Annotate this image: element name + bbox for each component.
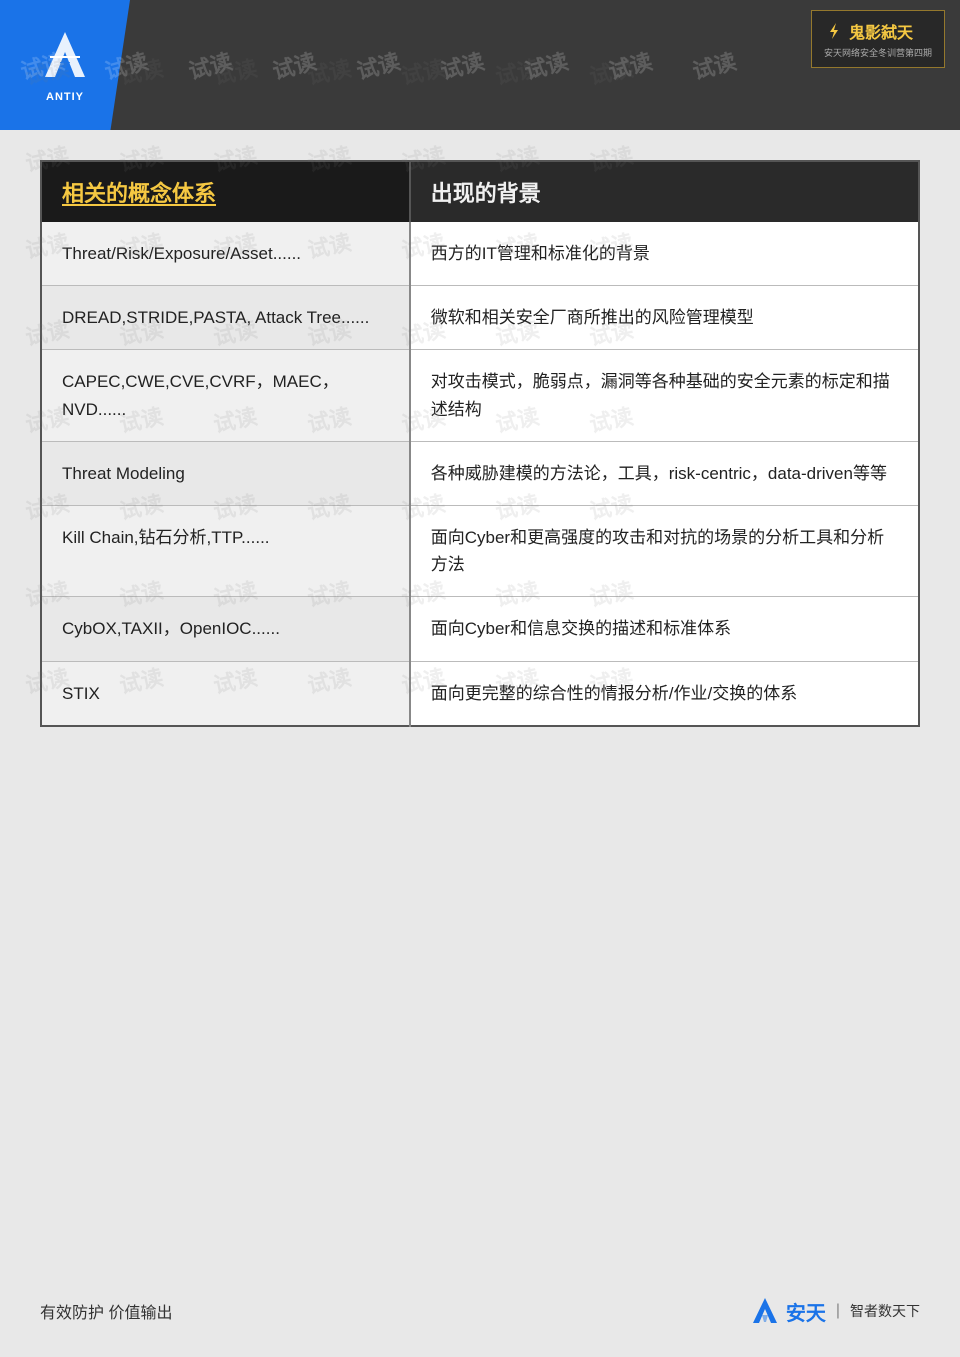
concept-cell: CAPEC,CWE,CVE,CVRF，MAEC，NVD......	[41, 350, 410, 441]
logo-icon	[35, 27, 95, 87]
concept-cell: Threat/Risk/Exposure/Asset......	[41, 222, 410, 286]
brand-sub: 安天网络安全冬训营第四期	[824, 46, 932, 59]
wm4: 试读	[269, 44, 320, 86]
background-cell: 面向Cyber和信息交换的描述和标准体系	[410, 597, 919, 661]
concept-cell: Threat Modeling	[41, 441, 410, 505]
wm6: 试读	[437, 44, 488, 86]
brand-lightning-icon	[824, 21, 844, 41]
footer-divider: |	[836, 1302, 840, 1320]
wm8: 试读	[605, 44, 656, 86]
wm5: 试读	[353, 44, 404, 86]
wm7: 试读	[521, 44, 572, 86]
table-row: Kill Chain,钻石分析,TTP......面向Cyber和更高强度的攻击…	[41, 505, 919, 596]
footer-sub: 智者数天下	[850, 1301, 920, 1321]
header: ANTIY 试读 试读 试读 试读 试读 试读 试读 试读 试读 鬼影弑天 安天…	[0, 0, 960, 130]
brand-top: 鬼影弑天	[824, 19, 932, 43]
brand-name: 鬼影弑天	[849, 19, 913, 43]
footer-right: 安天 | 智者数天下	[749, 1295, 920, 1327]
logo-text: ANTIY	[46, 91, 84, 103]
table-row: STIX面向更完整的综合性的情报分析/作业/交换的体系	[41, 661, 919, 726]
wm3: 试读	[185, 44, 236, 86]
table-row: CAPEC,CWE,CVE,CVRF，MAEC，NVD......对攻击模式，脆…	[41, 350, 919, 441]
footer-left-text: 有效防护 价值输出	[40, 1299, 172, 1323]
concept-cell: Kill Chain,钻石分析,TTP......	[41, 505, 410, 596]
background-cell: 面向更完整的综合性的情报分析/作业/交换的体系	[410, 661, 919, 726]
logo-area: ANTIY	[0, 0, 130, 130]
wm9: 试读	[689, 44, 740, 86]
col1-header: 相关的概念体系	[41, 161, 410, 222]
table-header-row: 相关的概念体系 出现的背景	[41, 161, 919, 222]
background-cell: 面向Cyber和更高强度的攻击和对抗的场景的分析工具和分析方法	[410, 505, 919, 596]
footer-brand: 安天	[786, 1297, 826, 1326]
background-cell: 对攻击模式，脆弱点，漏洞等各种基础的安全元素的标定和描述结构	[410, 350, 919, 441]
concept-cell: DREAD,STRIDE,PASTA, Attack Tree......	[41, 286, 410, 350]
table-row: CybOX,TAXII，OpenIOC......面向Cyber和信息交换的描述…	[41, 597, 919, 661]
background-cell: 西方的IT管理和标准化的背景	[410, 222, 919, 286]
background-cell: 各种威胁建模的方法论，工具，risk-centric，data-driven等等	[410, 441, 919, 505]
background-cell: 微软和相关安全厂商所推出的风险管理模型	[410, 286, 919, 350]
table-row: Threat Modeling各种威胁建模的方法论，工具，risk-centri…	[41, 441, 919, 505]
footer-logo-icon	[749, 1295, 781, 1327]
col2-header: 出现的背景	[410, 161, 919, 222]
table-row: DREAD,STRIDE,PASTA, Attack Tree......微软和…	[41, 286, 919, 350]
main-content: 相关的概念体系 出现的背景 Threat/Risk/Exposure/Asset…	[0, 130, 960, 757]
header-brand-box: 鬼影弑天 安天网络安全冬训营第四期	[811, 10, 945, 68]
concept-cell: STIX	[41, 661, 410, 726]
footer: 有效防护 价值输出 安天 | 智者数天下	[40, 1295, 920, 1327]
table-row: Threat/Risk/Exposure/Asset......西方的IT管理和…	[41, 222, 919, 286]
concept-cell: CybOX,TAXII，OpenIOC......	[41, 597, 410, 661]
concept-table: 相关的概念体系 出现的背景 Threat/Risk/Exposure/Asset…	[40, 160, 920, 727]
